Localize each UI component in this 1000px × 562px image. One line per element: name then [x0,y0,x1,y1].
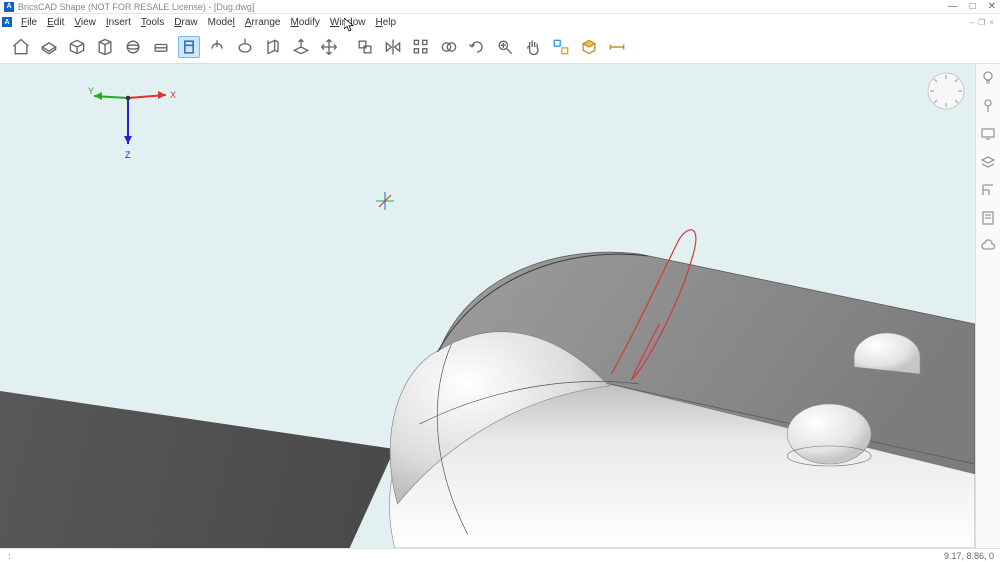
rotate-icon[interactable] [466,36,488,58]
right-panel [976,64,1000,548]
save-icon[interactable] [94,36,116,58]
array-icon[interactable] [410,36,432,58]
open-icon[interactable] [66,36,88,58]
command-prompt[interactable]: : [8,551,11,561]
document-icon: A [2,17,12,27]
push-pull-icon[interactable] [178,36,200,58]
crosshair-cursor [376,192,394,210]
display-icon[interactable] [980,126,996,142]
section-icon[interactable] [980,182,996,198]
window-controls: — □ ✕ [948,1,996,12]
mdi-restore[interactable]: ❐ [978,18,985,27]
menu-help[interactable]: Help [371,17,402,28]
menu-insert[interactable]: Insert [101,17,136,28]
menu-window[interactable]: Window [325,17,371,28]
sphere-icon[interactable] [122,36,144,58]
mdi-close[interactable]: × [989,18,994,27]
toolbar [0,30,1000,64]
zoom-extents-icon[interactable] [494,36,516,58]
menu-model[interactable]: Model [203,17,240,28]
app-icon: A [4,2,14,12]
bulb-icon[interactable] [980,70,996,86]
status-bar: : 9.17, 8.86, 0 [0,548,1000,562]
ucs-y-label: Y [88,86,94,96]
ucs-z-label: Z [125,150,131,160]
close-button[interactable]: ✕ [988,1,996,12]
viewport[interactable]: X Y Z [0,64,976,548]
menu-bar: A File Edit View Insert Tools Draw Model… [0,14,1000,30]
title-bar: A BricsCAD Shape (NOT FOR RESALE License… [0,0,1000,14]
menu-modify[interactable]: Modify [285,17,324,28]
menu-tools[interactable]: Tools [136,17,169,28]
selection-icon[interactable] [550,36,572,58]
mdi-minimize[interactable]: – [970,18,974,27]
menu-view[interactable]: View [69,17,101,28]
pan-icon[interactable] [522,36,544,58]
minimize-button[interactable]: — [948,1,958,12]
layers-icon[interactable] [980,154,996,170]
ucs-axes: X Y Z [88,86,178,166]
revolve-icon[interactable] [206,36,228,58]
coordinates-readout: 9.17, 8.86, 0 [944,551,994,561]
slice-icon[interactable] [290,36,312,58]
menu-draw[interactable]: Draw [169,17,202,28]
home-icon[interactable] [10,36,32,58]
main-area: X Y Z [0,64,1000,548]
ucs-x-label: X [170,90,176,100]
measure-icon[interactable] [606,36,628,58]
mdi-controls: – ❐ × [970,18,998,27]
union-icon[interactable] [438,36,460,58]
sheet-icon[interactable] [980,210,996,226]
pin-icon[interactable] [980,98,996,114]
move-icon[interactable] [318,36,340,58]
lookfrom-widget[interactable] [925,70,967,112]
menu-edit[interactable]: Edit [42,17,69,28]
menu-arrange[interactable]: Arrange [240,17,286,28]
mirror-icon[interactable] [382,36,404,58]
menu-file[interactable]: File [16,17,42,28]
loft-icon[interactable] [262,36,284,58]
sweep-icon[interactable] [234,36,256,58]
copy-icon[interactable] [354,36,376,58]
maximize-button[interactable]: □ [970,1,976,12]
cloud-icon[interactable] [980,238,996,254]
window-title: BricsCAD Shape (NOT FOR RESALE License) … [18,2,948,12]
new-icon[interactable] [38,36,60,58]
extrude-icon[interactable] [150,36,172,58]
materials-icon[interactable] [578,36,600,58]
